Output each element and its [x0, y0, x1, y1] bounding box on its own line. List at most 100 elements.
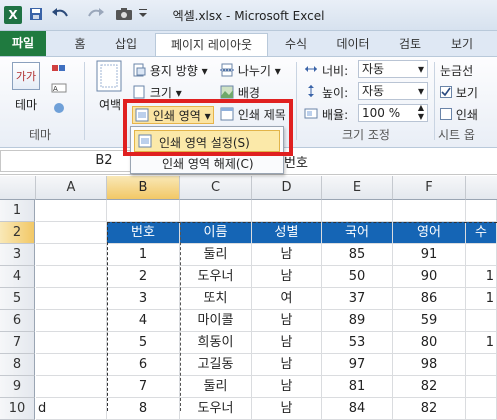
gridlines-view-checkbox[interactable]: 보기: [440, 84, 478, 101]
table-cell[interactable]: 1: [466, 288, 497, 310]
table-cell[interactable]: 53: [322, 332, 393, 354]
row-header[interactable]: 6: [0, 310, 35, 332]
table-header-cell[interactable]: 번호: [107, 222, 180, 244]
cell[interactable]: [36, 200, 107, 222]
cell[interactable]: [36, 222, 107, 244]
table-cell[interactable]: 2: [107, 266, 180, 288]
table-cell[interactable]: 59: [393, 310, 466, 332]
cell[interactable]: [36, 310, 107, 332]
table-cell[interactable]: 마이콜: [180, 310, 252, 332]
column-header-f[interactable]: F: [393, 176, 466, 200]
table-cell[interactable]: 또치: [180, 288, 252, 310]
cell[interactable]: [36, 288, 107, 310]
tab-formulas[interactable]: 수식: [276, 33, 316, 56]
table-header-cell[interactable]: 국어: [322, 222, 393, 244]
cell[interactable]: [180, 200, 252, 222]
tab-home[interactable]: 홈: [62, 33, 98, 56]
table-cell[interactable]: 85: [322, 244, 393, 266]
row-header[interactable]: 10: [0, 398, 35, 420]
cell[interactable]: [36, 332, 107, 354]
select-all-corner[interactable]: [0, 176, 36, 200]
cell[interactable]: [36, 266, 107, 288]
tab-file[interactable]: 파일: [0, 31, 46, 56]
table-cell[interactable]: 50: [322, 266, 393, 288]
cell[interactable]: [466, 200, 497, 222]
row-header[interactable]: 2: [0, 222, 35, 244]
table-cell[interactable]: 도우너: [180, 266, 252, 288]
theme-options[interactable]: A: [50, 64, 70, 124]
table-cell[interactable]: 89: [322, 310, 393, 332]
table-header-cell[interactable]: 영어: [393, 222, 466, 244]
table-cell[interactable]: 6: [107, 354, 180, 376]
row-header[interactable]: 5: [0, 288, 35, 310]
table-cell[interactable]: [466, 398, 497, 420]
row-header[interactable]: 4: [0, 266, 35, 288]
table-cell[interactable]: 37: [322, 288, 393, 310]
table-cell[interactable]: 5: [107, 332, 180, 354]
column-header-b[interactable]: B: [107, 176, 180, 200]
table-cell[interactable]: 1: [107, 244, 180, 266]
table-cell[interactable]: 81: [322, 376, 393, 398]
table-cell[interactable]: 남: [252, 398, 322, 420]
scale-spinner[interactable]: 100 % ▲ ▼: [358, 103, 428, 122]
column-header-g[interactable]: [466, 176, 497, 200]
cell[interactable]: [393, 200, 466, 222]
breaks-button[interactable]: 나누기 ▾: [220, 62, 281, 80]
orientation-button[interactable]: 용지 방향 ▾: [132, 62, 208, 80]
row-header[interactable]: 9: [0, 376, 35, 398]
table-cell[interactable]: 82: [393, 376, 466, 398]
table-cell[interactable]: 남: [252, 266, 322, 288]
row-header[interactable]: 8: [0, 354, 35, 376]
table-header-cell[interactable]: 수: [466, 222, 497, 244]
table-cell[interactable]: 남: [252, 244, 322, 266]
table-cell[interactable]: [466, 244, 497, 266]
row-header[interactable]: 1: [0, 200, 35, 222]
width-select[interactable]: 자동 ▾: [358, 60, 428, 78]
tab-insert[interactable]: 삽입: [106, 33, 146, 56]
table-cell[interactable]: 1: [466, 332, 497, 354]
table-cell[interactable]: 남: [252, 310, 322, 332]
table-cell[interactable]: 84: [322, 398, 393, 420]
column-header-a[interactable]: A: [36, 176, 107, 200]
gridlines-print-checkbox[interactable]: 인쇄: [440, 106, 478, 123]
table-cell[interactable]: 82: [393, 398, 466, 420]
table-cell[interactable]: 둘리: [180, 376, 252, 398]
table-cell[interactable]: 남: [252, 376, 322, 398]
cell[interactable]: [252, 200, 322, 222]
table-cell[interactable]: 97: [322, 354, 393, 376]
tab-view[interactable]: 보기: [440, 33, 484, 56]
table-cell[interactable]: 98: [393, 354, 466, 376]
table-cell[interactable]: 80: [393, 332, 466, 354]
table-cell[interactable]: 86: [393, 288, 466, 310]
themes-button[interactable]: 가가: [10, 62, 42, 92]
table-header-cell[interactable]: 이름: [180, 222, 252, 244]
row-header[interactable]: 3: [0, 244, 35, 266]
column-header-d[interactable]: D: [252, 176, 322, 200]
table-cell[interactable]: 희동이: [180, 332, 252, 354]
table-cell[interactable]: 7: [107, 376, 180, 398]
cell[interactable]: [107, 200, 180, 222]
cell[interactable]: [36, 244, 107, 266]
tab-page-layout[interactable]: 페이지 레이아웃: [155, 33, 268, 56]
table-cell[interactable]: 고길동: [180, 354, 252, 376]
table-cell[interactable]: 8: [107, 398, 180, 420]
cell[interactable]: [322, 200, 393, 222]
table-cell[interactable]: 3: [107, 288, 180, 310]
table-cell[interactable]: [466, 354, 497, 376]
table-cell[interactable]: 둘리: [180, 244, 252, 266]
margins-icon[interactable]: [94, 60, 128, 94]
cell[interactable]: [36, 376, 107, 398]
tab-review[interactable]: 검토: [388, 33, 432, 56]
cell[interactable]: d: [36, 398, 107, 420]
table-cell[interactable]: 1: [466, 266, 497, 288]
column-header-c[interactable]: C: [180, 176, 252, 200]
column-header-e[interactable]: E: [322, 176, 393, 200]
table-cell[interactable]: [466, 310, 497, 332]
table-cell[interactable]: 여: [252, 288, 322, 310]
table-header-cell[interactable]: 성별: [252, 222, 322, 244]
table-cell[interactable]: 도우너: [180, 398, 252, 420]
spinner-arrows-icon[interactable]: ▲ ▼: [418, 103, 424, 121]
tab-data[interactable]: 데이터: [326, 33, 380, 56]
table-cell[interactable]: [466, 376, 497, 398]
row-header[interactable]: 7: [0, 332, 35, 354]
